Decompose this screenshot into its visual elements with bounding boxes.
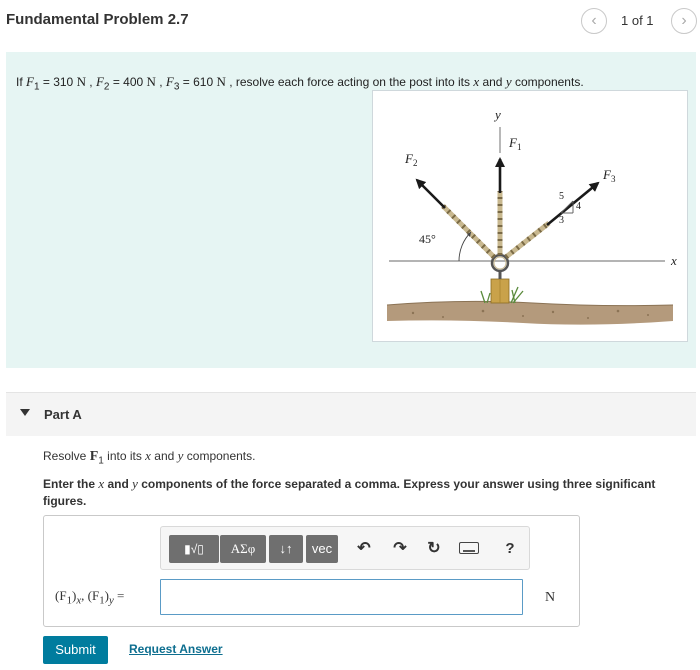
undo-button[interactable]: ↶	[351, 535, 377, 563]
prev-button[interactable]: ‹	[581, 8, 607, 34]
f2-label: F2	[404, 151, 417, 168]
answer-input[interactable]	[160, 579, 523, 615]
submit-button[interactable]: Submit	[43, 636, 108, 664]
chevron-left-icon: ‹	[591, 12, 597, 29]
redo-button[interactable]: ↷	[387, 535, 413, 563]
f1-label: F1	[508, 135, 521, 152]
answer-label: (F1)x, (F1)y =	[55, 588, 125, 607]
f3-label: F3	[602, 167, 616, 184]
force-diagram: x y F1 F2 F3 45° 5 4 3	[372, 90, 688, 342]
answer-box: ▮√▯ ΑΣφ ↓↑ vec ↶ ↷ ↻ ? (F1)x, (F1)y = N	[43, 515, 580, 627]
slope-hyp-label: 5	[559, 191, 564, 202]
reset-button[interactable]: ↻	[421, 535, 447, 563]
part-a-header[interactable]: Part A	[6, 392, 696, 436]
symbols-button[interactable]: ΑΣφ	[220, 535, 266, 563]
help-icon: ?	[505, 540, 515, 557]
part-a-prompt: Resolve F1 into its x and y components.	[43, 448, 256, 467]
page-indicator: 1 of 1	[621, 13, 654, 28]
angle-arc	[458, 231, 472, 262]
slope-run-label: 3	[559, 215, 564, 226]
keyboard-icon	[459, 541, 479, 554]
math-templates-button[interactable]: ▮√▯	[169, 535, 219, 563]
keyboard-button[interactable]	[456, 535, 482, 563]
problem-panel: If F1 = 310 N , F2 = 400 N , F3 = 610 N …	[6, 52, 696, 368]
help-button[interactable]: ?	[497, 535, 523, 563]
next-button[interactable]: ›	[671, 8, 697, 34]
math-toolbar: ▮√▯ ΑΣφ ↓↑ vec ↶ ↷ ↻ ?	[160, 526, 530, 570]
eye-bolt	[490, 253, 510, 279]
part-a-instructions: Enter the x and y components of the forc…	[43, 476, 656, 508]
x-axis-label: x	[670, 253, 677, 268]
ground	[386, 300, 674, 325]
f3-arrow	[546, 181, 600, 227]
undo-icon: ↶	[357, 540, 371, 557]
redo-icon: ↷	[393, 540, 407, 557]
part-a-title: Part A	[44, 407, 82, 422]
page-title: Fundamental Problem 2.7	[6, 11, 189, 28]
cables	[441, 191, 551, 259]
force-diagram-svg: x y F1 F2 F3 45° 5 4 3	[386, 107, 677, 325]
unit-label: N	[545, 590, 556, 605]
request-answer-link[interactable]: Request Answer	[129, 642, 223, 656]
post	[490, 278, 510, 304]
slope-rise-label: 4	[576, 201, 581, 212]
reset-icon: ↻	[427, 540, 441, 557]
arrows-button[interactable]: ↓↑	[269, 535, 303, 563]
slope-triangle	[560, 200, 574, 214]
f2-arrow	[415, 178, 446, 209]
math-templates-icon: ▮√▯	[184, 542, 204, 556]
vec-button[interactable]: vec	[306, 535, 338, 563]
y-axis-label: y	[493, 107, 501, 122]
header: Fundamental Problem 2.7 ‹ 1 of 1 ›	[0, 0, 700, 44]
chevron-right-icon: ›	[681, 12, 687, 29]
caret-down-icon	[20, 409, 30, 416]
angle-label: 45°	[419, 232, 436, 246]
